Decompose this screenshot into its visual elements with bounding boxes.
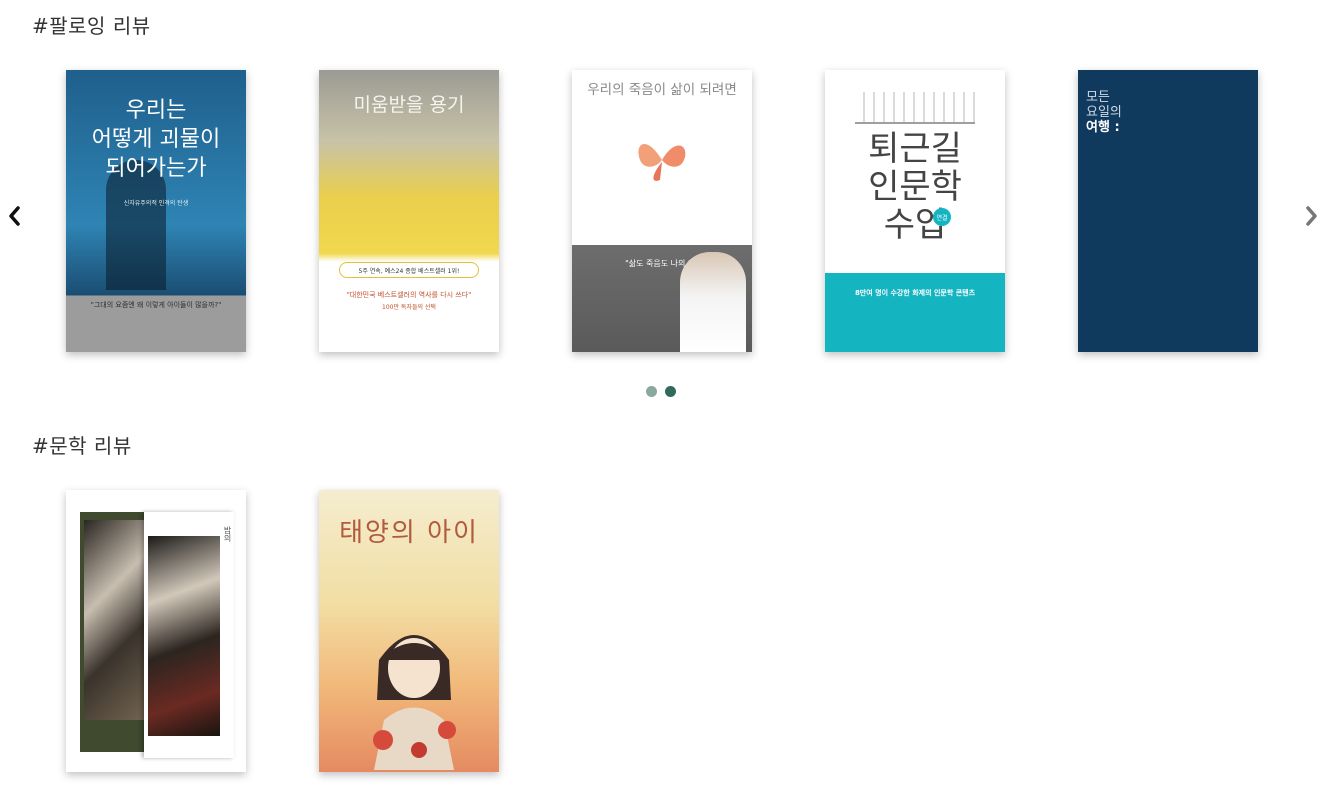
book-cover-3[interactable]: 우리의 죽음이 삶이 되려면 "삶도 죽음도 나의 것": [572, 70, 752, 352]
book-4-badge: 연결: [933, 208, 951, 226]
book-1-subtitle: 신자유주의적 인격의 탄생: [123, 200, 189, 207]
book-cover-4[interactable]: 퇴근길 인문학 수업 연결 8만여 명이 수강한 화제의 인문학 콘텐츠: [825, 70, 1005, 352]
chevron-right-icon: [1306, 206, 1317, 226]
book-5-title-line: 여행 :: [1086, 120, 1120, 135]
book-cover-1[interactable]: 우리는 어떻게 괴물이 되어가는가 신자유주의적 인격의 탄생 "그대의 요즘엔…: [66, 70, 246, 352]
book-cover-7[interactable]: 태양의 아이: [319, 490, 499, 772]
book-7-title: 태양의 아이: [339, 518, 479, 548]
carousel-prev-button[interactable]: [0, 200, 28, 232]
girl-illustration: [373, 635, 456, 770]
book-3-title: 우리의 죽음이 삶이 되려면: [587, 82, 737, 98]
book-2-title: 미움받을 용기: [353, 94, 465, 116]
book-4-banner: 8만여 명이 수강한 화제의 인문학 콘텐츠: [854, 289, 976, 297]
book-2-sub: 100만 독자들의 선택: [382, 304, 436, 311]
book-4-title-line: 수업: [883, 205, 947, 245]
carousel-dot-1[interactable]: [646, 386, 657, 397]
book-6-title: 밤의: [223, 526, 232, 542]
book-1-quote: "그대의 요즘엔 왜 이렇게 아이들이 많을까?": [90, 301, 222, 309]
carousel-pagination: [646, 386, 676, 397]
book-5-title-line: 모든: [1086, 90, 1110, 105]
carousel-next-button[interactable]: [1298, 200, 1326, 232]
chevron-left-icon: [9, 206, 20, 226]
book-4-title-line: 퇴근길: [868, 129, 962, 169]
carousel-dot-2[interactable]: [665, 386, 676, 397]
book-2-quote: "대한민국 베스트셀러의 역사를 다시 쓰다": [346, 291, 472, 299]
book-1-title-line: 우리는: [125, 98, 187, 123]
book-1-title-line: 어떻게 괴물이: [91, 127, 221, 152]
section-title-literature: #문학 리뷰: [32, 434, 132, 458]
book-5-title-line: 요일의: [1086, 105, 1122, 120]
section-title-following: #팔로잉 리뷰: [32, 14, 151, 38]
book-cover-2[interactable]: 미움받을 용기 5주 연속, 예스24 종합 베스트셀러 1위! "대한민국 베…: [319, 70, 499, 352]
book-cover-6[interactable]: 밤의: [66, 490, 246, 772]
butterfly-illustration: [638, 144, 686, 181]
book-4-title-line: 인문학: [868, 167, 962, 207]
book-1-title-line: 되어가는가: [105, 156, 207, 181]
book-cover-5[interactable]: 모든 요일의 여행 :: [1078, 70, 1258, 352]
book-2-badge: 5주 연속, 예스24 종합 베스트셀러 1위!: [358, 268, 460, 275]
